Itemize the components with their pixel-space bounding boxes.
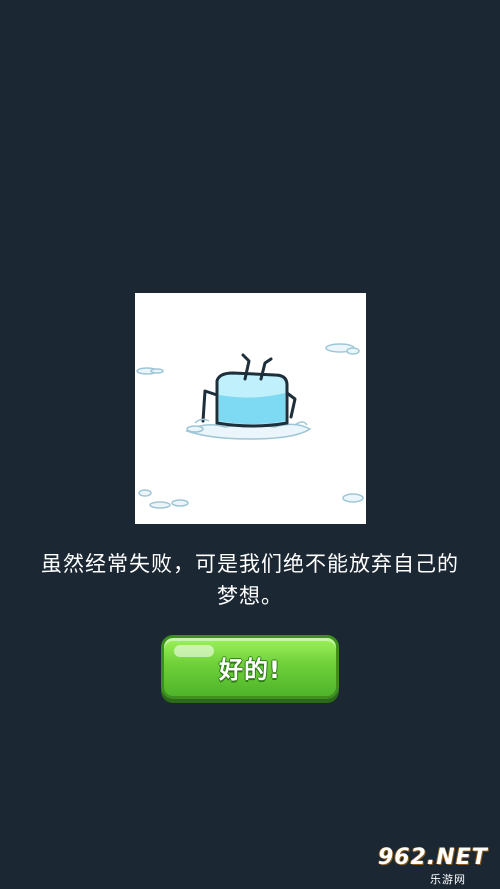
watermark-subtitle: 乐游网 xyxy=(430,873,466,886)
dialog-message: 虽然经常失败，可是我们绝不能放弃自己的梦想。 xyxy=(41,552,459,608)
watermark-logo: 962.NET 乐游网 xyxy=(378,845,494,886)
ok-button[interactable]: 好的! xyxy=(161,635,339,699)
ice-cube-illustration xyxy=(135,293,366,524)
watermark-brand: 962.NET xyxy=(378,845,488,870)
ok-button-label: 好的! xyxy=(219,655,281,684)
